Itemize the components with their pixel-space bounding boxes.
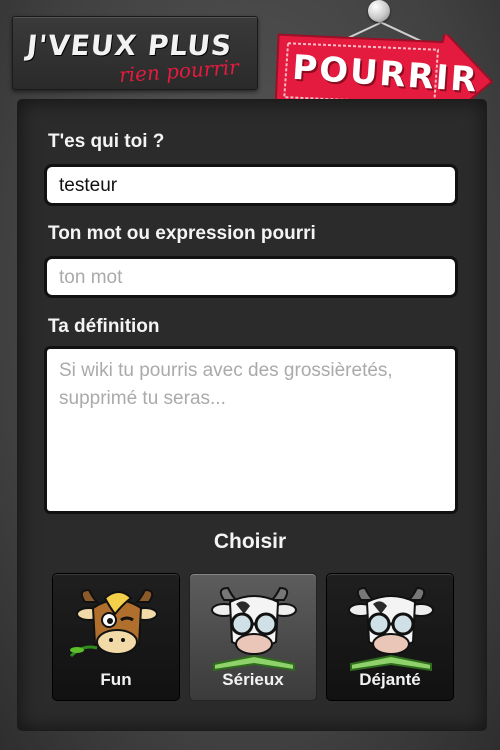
name-label: T'es qui toi ? bbox=[48, 131, 165, 152]
choice-fun-label: Fun bbox=[100, 670, 132, 689]
definition-label: Ta définition bbox=[48, 316, 160, 337]
choice-dejante-button[interactable]: Déjanté bbox=[326, 573, 454, 701]
cow-glasses-icon bbox=[211, 586, 297, 672]
definition-textarea[interactable]: Si wiki tu pourris avec des grossièretés… bbox=[44, 346, 458, 514]
app-screen: J'VEUX PLUS rien pourrir POURRIR T'es qu… bbox=[0, 0, 500, 750]
app-logo: J'VEUX PLUS rien pourrir bbox=[12, 16, 258, 90]
name-input[interactable]: testeur bbox=[44, 164, 458, 206]
choice-fun-button[interactable]: Fun bbox=[52, 573, 180, 701]
choice-dejante-label: Déjanté bbox=[359, 670, 421, 689]
cow-glasses-icon bbox=[348, 586, 434, 672]
word-input[interactable]: ton mot bbox=[44, 256, 458, 298]
choice-serieux-label: Sérieux bbox=[222, 670, 284, 689]
choice-title: Choisir bbox=[213, 530, 287, 553]
pushpin-icon bbox=[368, 0, 390, 22]
cow-fun-icon bbox=[69, 588, 158, 658]
word-label: Ton mot ou expression pourri bbox=[48, 223, 316, 244]
choice-serieux-button[interactable]: Sérieux bbox=[189, 573, 317, 701]
